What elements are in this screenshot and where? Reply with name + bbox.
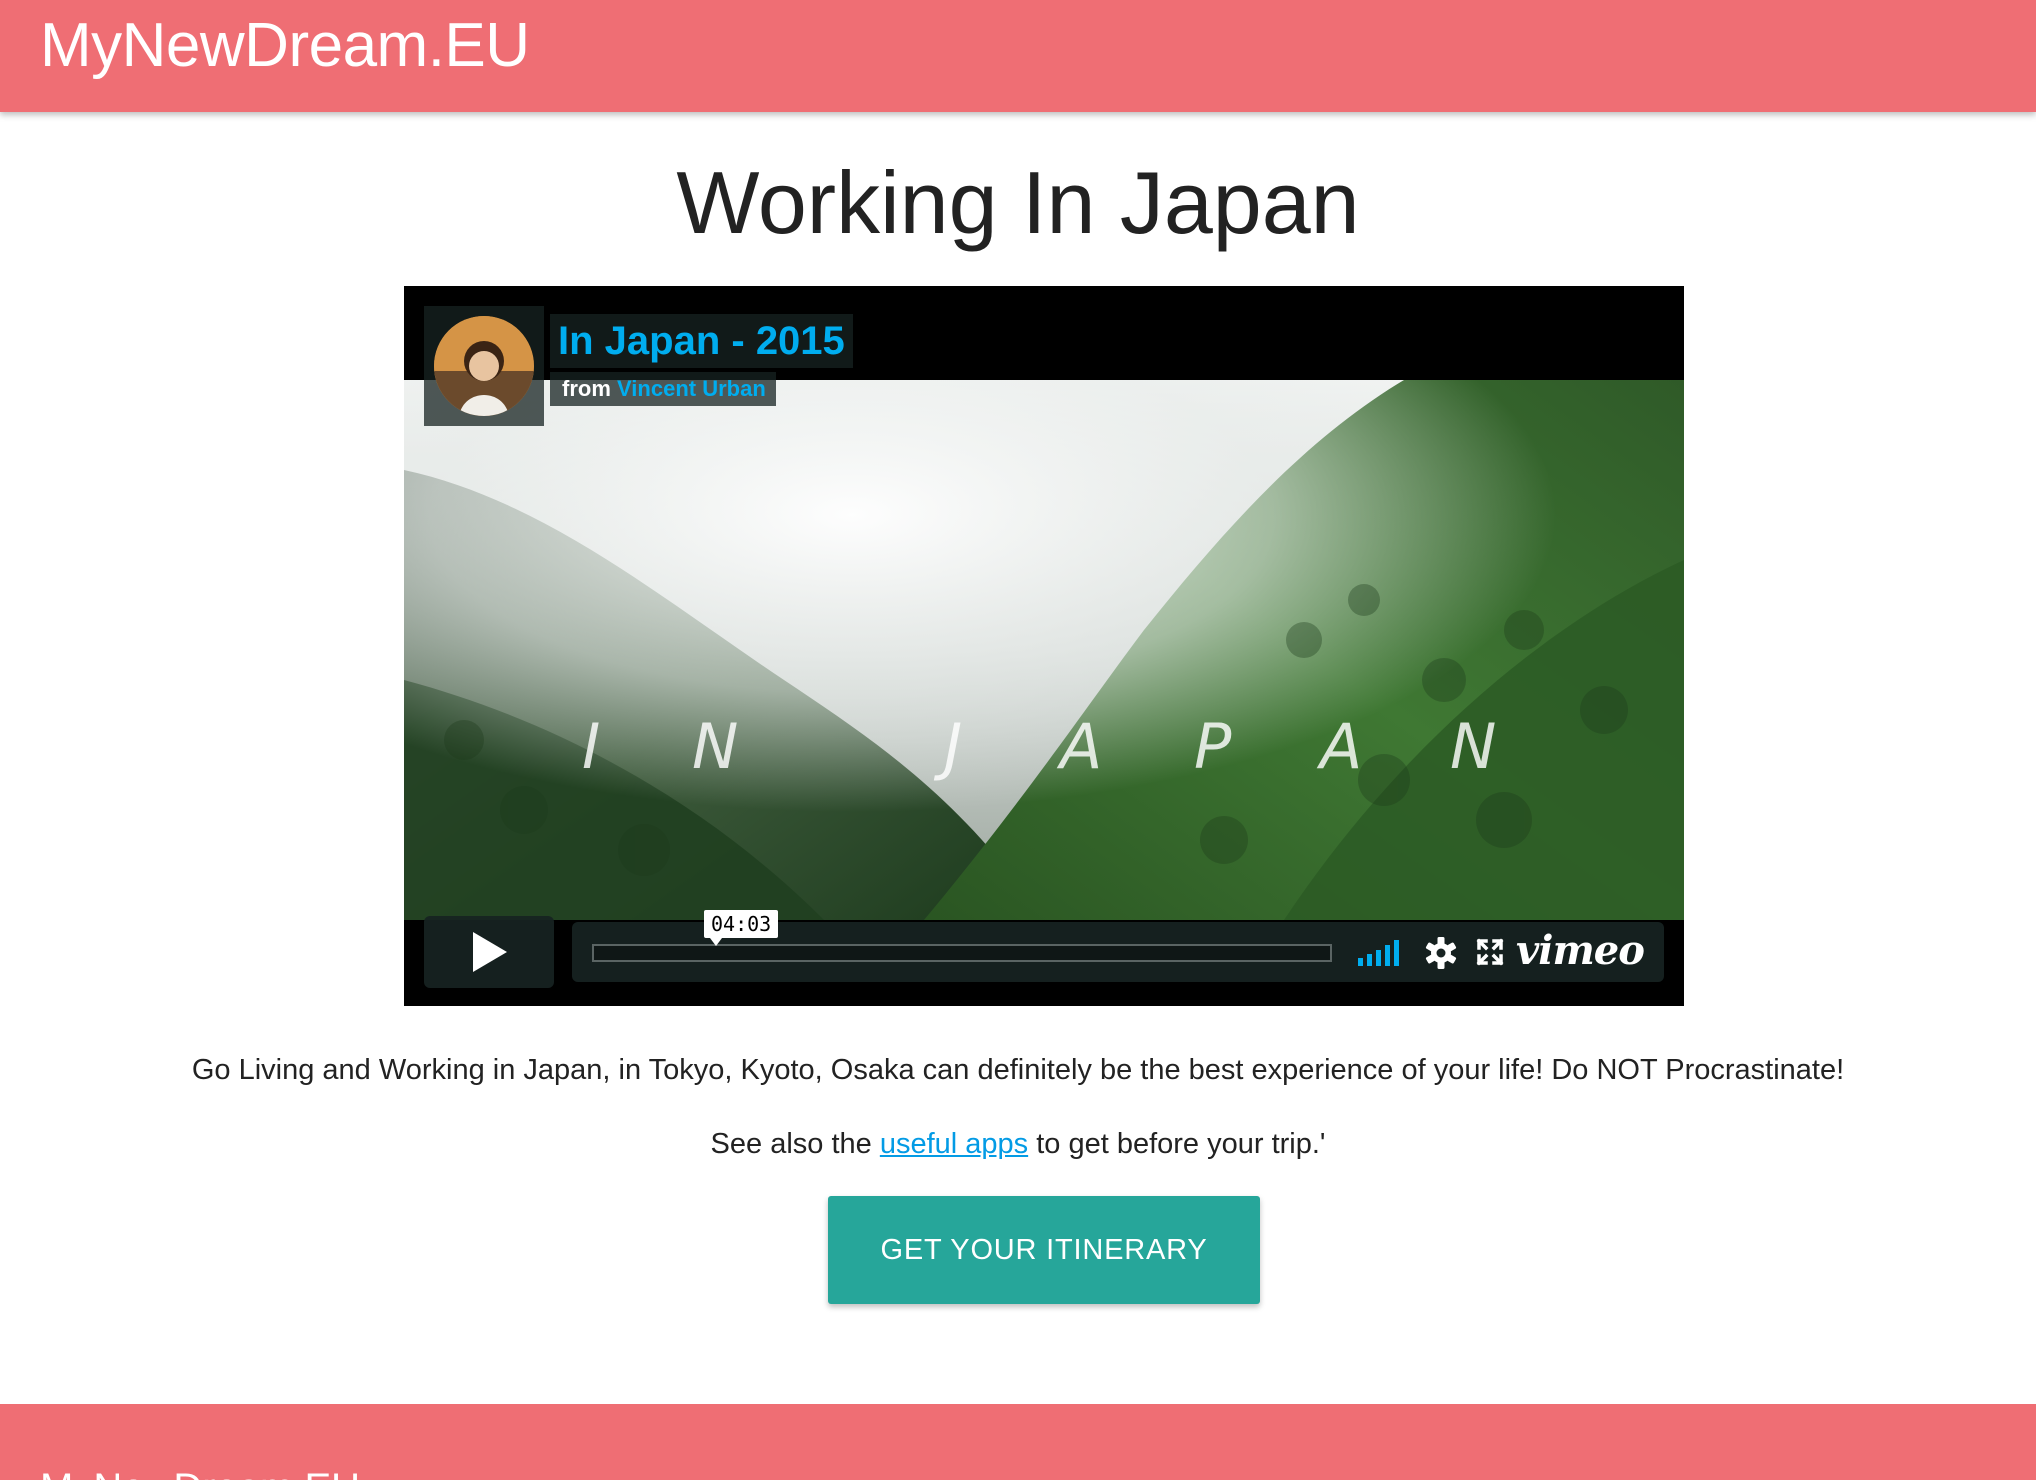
overlay-letter: J [944,710,963,783]
page-footer: MyNewDream.EU [0,1404,2036,1480]
page-description: Go Living and Working in Japan, in Tokyo… [191,1054,1845,1086]
useful-apps-link[interactable]: useful apps [880,1128,1028,1160]
video-player[interactable]: I N J A P A N In Japan - 2015 from Vince… [404,286,1684,1006]
fullscreen-icon[interactable] [1476,938,1504,966]
get-itinerary-button[interactable]: GET YOUR ITINERARY [828,1196,1260,1304]
video-frame[interactable]: I N J A P A N [404,380,1684,920]
settings-gear-icon[interactable] [1424,936,1458,970]
author-link[interactable]: Vincent Urban [617,376,766,401]
overlay-letter: A [1060,710,1103,783]
see-also-suffix: to get before your trip.' [1028,1128,1326,1160]
page-title: Working In Japan [676,153,1360,252]
footer-brand: MyNewDream.EU [40,1464,360,1480]
video-author-line: from Vincent Urban [550,372,776,406]
play-icon [473,932,507,972]
see-also-paragraph: See also the useful apps to get before y… [0,1122,2036,1166]
avatar-image [434,316,534,416]
overlay-letter: A [1320,710,1363,783]
play-button[interactable] [424,916,554,988]
video-title-link[interactable]: In Japan - 2015 [550,314,853,368]
overlay-letter: I [582,710,601,783]
video-poster-image [404,380,1684,920]
duration-tooltip: 04:03 [704,910,779,946]
overlay-letter: N [692,710,739,783]
vimeo-logo-link[interactable]: vimeo [1516,928,1645,974]
volume-icon[interactable] [1358,938,1406,966]
see-also-prefix: See also the [710,1128,880,1160]
video-controls: 04:03 vimeo [424,910,1664,988]
author-avatar [434,316,534,416]
top-navbar: MyNewDream.EU [0,0,2036,112]
overlay-letter: N [1450,710,1497,783]
control-bar: 04:03 vimeo [572,910,1664,982]
overlay-letter: P [1194,710,1232,783]
progress-bar[interactable] [592,944,1332,962]
from-label: from [562,376,611,401]
brand-logo-link[interactable]: MyNewDream.EU [40,10,530,82]
author-portrait-link[interactable] [424,306,544,426]
